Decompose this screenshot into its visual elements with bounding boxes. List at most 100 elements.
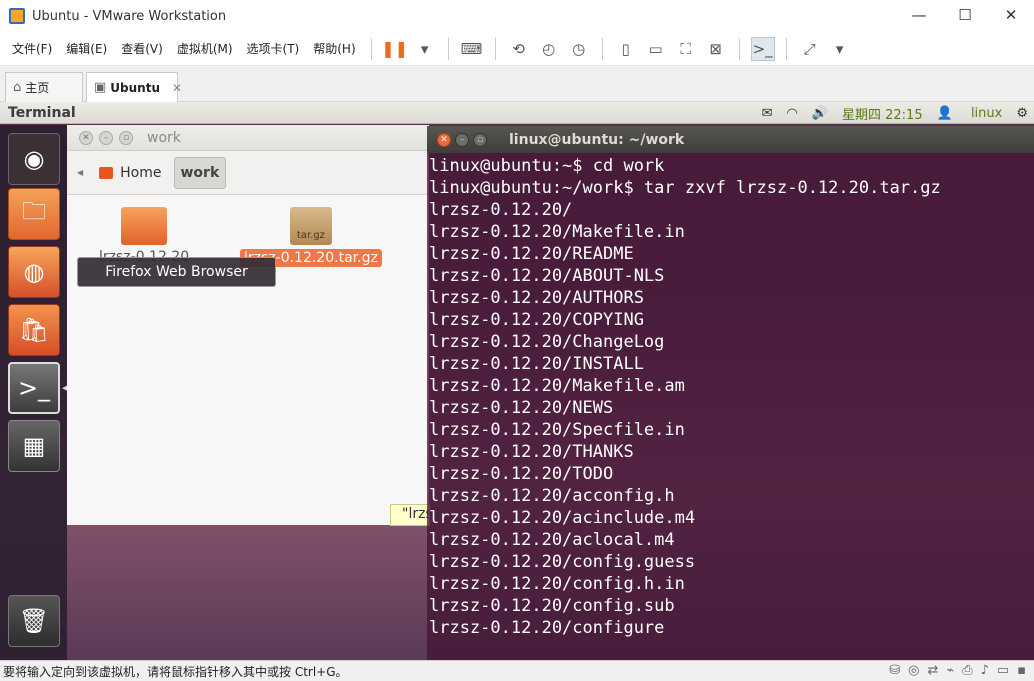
maximize-button[interactable]: ☐ bbox=[942, 0, 988, 30]
snapshot-icon[interactable]: ⟲ bbox=[507, 37, 531, 61]
message-icon[interactable]: ▪ bbox=[1017, 663, 1026, 678]
menu-tabs[interactable]: 选项卡(T) bbox=[240, 40, 307, 57]
terminal-window: ✕ – ▫ linux@ubuntu: ~/work linux@ubuntu:… bbox=[427, 126, 1034, 660]
file-manager-title: work bbox=[147, 129, 181, 146]
software-center-icon[interactable]: 🛍 bbox=[8, 304, 60, 356]
hdd-icon[interactable]: ⛁ bbox=[889, 663, 900, 678]
breadcrumb-home-label: Home bbox=[120, 164, 162, 181]
terminal-line: lrzsz-0.12.20/COPYING bbox=[429, 310, 644, 330]
terminal-line: lrzsz-0.12.20/README bbox=[429, 244, 634, 264]
terminal-line: lrzsz-0.12.20/INSTALL bbox=[429, 354, 644, 374]
terminal-line: lrzsz-0.12.20/acconfig.h bbox=[429, 486, 675, 506]
snapshot-manager-icon[interactable]: ◷ bbox=[567, 37, 591, 61]
terminal-line: lrzsz-0.12.20/Specfile.in bbox=[429, 420, 685, 440]
send-keys-icon[interactable]: ⌨ bbox=[460, 37, 484, 61]
terminal-line: lrzsz-0.12.20/ABOUT-NLS bbox=[429, 266, 665, 286]
indicator-area: ✉ ◠ 🔊 星期四 22:15 👤 linux ⚙ bbox=[748, 102, 1028, 124]
tab-close-icon[interactable]: ✕ bbox=[172, 81, 182, 95]
dash-home-icon[interactable]: ◉ bbox=[8, 133, 60, 185]
printer-icon[interactable]: ⎙ bbox=[962, 663, 972, 678]
toolbar-separator bbox=[738, 37, 740, 60]
terminal-line: lrzsz-0.12.20/THANKS bbox=[429, 442, 634, 462]
active-app-title: Terminal bbox=[8, 104, 76, 121]
maximize-icon[interactable]: ▫ bbox=[119, 130, 133, 145]
vmware-logo-icon bbox=[9, 8, 25, 24]
archive-icon-text: tar.gz bbox=[296, 230, 325, 241]
back-icon[interactable]: ◀ bbox=[77, 168, 83, 177]
close-icon[interactable]: ✕ bbox=[79, 130, 93, 145]
maximize-icon[interactable]: ▫ bbox=[473, 132, 487, 147]
file-manager-status: "lrzsz-0.12.20.tar.gz" bbox=[390, 504, 430, 526]
folder-icon bbox=[121, 207, 168, 245]
terminal-line: lrzsz-0.12.20/config.guess bbox=[429, 552, 696, 572]
breadcrumb-current[interactable]: work bbox=[173, 156, 227, 189]
network-icon[interactable]: ◠ bbox=[786, 106, 797, 121]
minimize-button[interactable]: — bbox=[896, 0, 942, 30]
cdrom-icon[interactable]: ◎ bbox=[908, 663, 919, 678]
terminal-title: linux@ubuntu: ~/work bbox=[509, 131, 685, 148]
file-manager-toolbar: ◀ Home work bbox=[67, 151, 429, 195]
tab-ubuntu[interactable]: ▣ Ubuntu ✕ bbox=[86, 72, 182, 102]
menu-vm[interactable]: 虚拟机(M) bbox=[170, 40, 240, 57]
unity-icon[interactable]: ⊠ bbox=[704, 37, 728, 61]
toolbar-separator bbox=[785, 37, 787, 60]
mail-icon[interactable]: ✉ bbox=[762, 106, 773, 121]
files-icon[interactable]: 🗀 bbox=[8, 188, 60, 240]
vm-icon: ▣ bbox=[94, 80, 107, 95]
sidebar-icon[interactable]: ▯ bbox=[614, 37, 638, 61]
guest-display[interactable]: Terminal ✉ ◠ 🔊 星期四 22:15 👤 linux ⚙ ◉ 🗀 ◍… bbox=[0, 102, 1034, 660]
menu-help[interactable]: 帮助(H) bbox=[306, 40, 362, 57]
console-view-icon[interactable]: >_ bbox=[750, 36, 775, 61]
dropdown-arrow-icon[interactable]: ▾ bbox=[413, 37, 437, 61]
volume-icon[interactable]: 🔊 bbox=[812, 106, 828, 121]
close-button[interactable]: ✕ bbox=[988, 0, 1034, 30]
tab-label: 主页 bbox=[25, 81, 50, 95]
terminal-line: lrzsz-0.12.20/Makefile.am bbox=[429, 376, 685, 396]
menu-view[interactable]: 查看(V) bbox=[114, 40, 170, 57]
terminal-output[interactable]: linux@ubuntu:~$ cd work linux@ubuntu:~/wo… bbox=[427, 153, 1034, 660]
window-controls: — ☐ ✕ bbox=[896, 0, 1034, 30]
fullscreen-icon[interactable]: ⛶ bbox=[674, 37, 698, 61]
terminal-line: lrzsz-0.12.20/acinclude.m4 bbox=[429, 508, 696, 528]
user-menu[interactable]: 👤 linux bbox=[937, 106, 1003, 121]
window-title: Ubuntu - VMware Workstation bbox=[32, 8, 227, 24]
menu-edit[interactable]: 编辑(E) bbox=[59, 40, 114, 57]
pause-icon[interactable]: ❚❚ bbox=[381, 37, 408, 61]
vmware-titlebar: Ubuntu - VMware Workstation — ☐ ✕ bbox=[0, 0, 1034, 32]
terminal-titlebar: ✕ – ▫ linux@ubuntu: ~/work bbox=[427, 126, 1034, 153]
terminal-icon[interactable]: >_ bbox=[8, 362, 60, 414]
stretch-icon[interactable]: ⤢ bbox=[798, 37, 822, 61]
trash-icon[interactable]: 🗑 bbox=[8, 595, 60, 647]
close-icon[interactable]: ✕ bbox=[437, 132, 451, 147]
stretch-dropdown-icon[interactable]: ▾ bbox=[828, 37, 852, 61]
vmware-menubar: 文件(F) 编辑(E) 查看(V) 虚拟机(M) 选项卡(T) 帮助(H) ❚❚… bbox=[0, 32, 1034, 66]
unity-launcher: ◉ 🗀 ◍ 🛍 >_ ◀ ▦ 🗑 bbox=[0, 125, 67, 660]
toolbar-separator bbox=[370, 37, 372, 60]
workspace-switcher-icon[interactable]: ▦ bbox=[8, 420, 60, 472]
thumbnail-bar-icon[interactable]: ▭ bbox=[644, 37, 668, 61]
minimize-icon[interactable]: – bbox=[455, 132, 469, 147]
status-text: 要将输入定向到该虚拟机，请将鼠标指针移入其中或按 Ctrl+G。 bbox=[3, 664, 348, 679]
usb-icon[interactable]: ⌁ bbox=[946, 663, 954, 678]
terminal-line: lrzsz-0.12.20/TODO bbox=[429, 464, 614, 484]
terminal-line: lrzsz-0.12.20/config.sub bbox=[429, 596, 675, 616]
clock[interactable]: 星期四 22:15 bbox=[842, 104, 923, 123]
network-icon[interactable]: ⇄ bbox=[927, 663, 938, 678]
gear-icon[interactable]: ⚙ bbox=[1016, 106, 1028, 121]
menu-file[interactable]: 文件(F) bbox=[5, 40, 59, 57]
file-list[interactable]: lrzsz-0.12.20 tar.gz lrzsz-0.12.20.tar.g… bbox=[67, 195, 429, 525]
toolbar-separator bbox=[601, 37, 603, 60]
firefox-icon[interactable]: ◍ bbox=[8, 246, 60, 298]
home-folder-icon bbox=[99, 166, 114, 179]
display-icon[interactable]: ▭ bbox=[997, 663, 1009, 678]
sound-icon[interactable]: ♪ bbox=[981, 663, 989, 678]
minimize-icon[interactable]: – bbox=[99, 130, 113, 145]
tab-home[interactable]: ⌂ 主页 bbox=[5, 72, 83, 102]
terminal-line: lrzsz-0.12.20/aclocal.m4 bbox=[429, 530, 675, 550]
terminal-line: lrzsz-0.12.20/AUTHORS bbox=[429, 288, 644, 308]
toolbar-separator bbox=[494, 37, 496, 60]
breadcrumb-home[interactable]: Home bbox=[99, 164, 162, 181]
file-manager-titlebar: ✕ – ▫ work bbox=[67, 125, 429, 151]
file-manager-window: ✕ – ▫ work ◀ Home work lrzsz-0.12.20 tar… bbox=[67, 125, 429, 525]
revert-snapshot-icon[interactable]: ◴ bbox=[537, 37, 561, 61]
